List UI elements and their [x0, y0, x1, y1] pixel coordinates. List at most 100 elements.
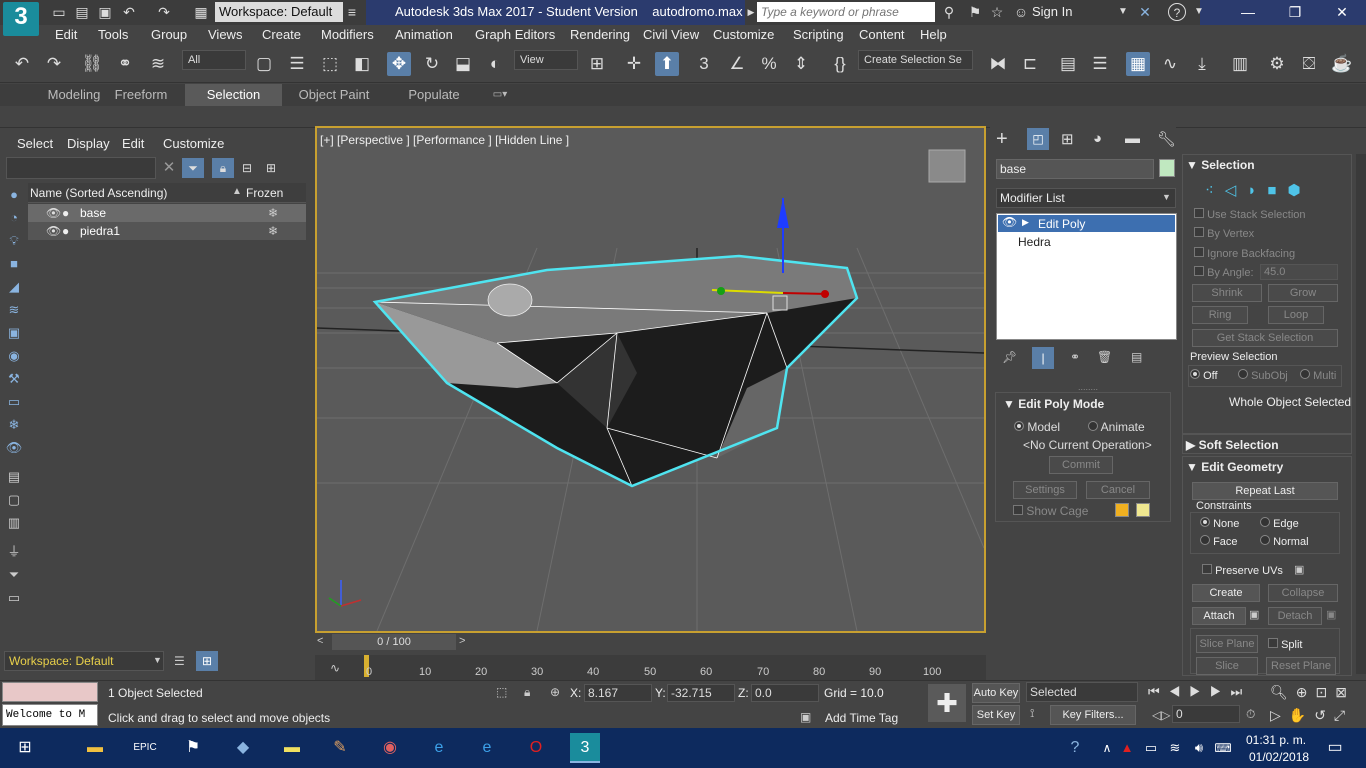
grow-button[interactable]: Grow: [1268, 284, 1338, 302]
object-color-swatch[interactable]: [1159, 159, 1175, 177]
geometry-filter-icon[interactable]: ●: [4, 186, 24, 204]
chevron-down-icon[interactable]: ▼: [1114, 3, 1132, 21]
notifications-icon[interactable]: ▭: [1320, 733, 1350, 763]
ring-button[interactable]: Ring: [1192, 306, 1248, 324]
preview-off-radio[interactable]: Off: [1190, 369, 1218, 382]
chevron-down-icon[interactable]: ▼: [1190, 3, 1208, 21]
menu-scripting[interactable]: Scripting: [793, 27, 844, 42]
settings-button[interactable]: Settings: [1013, 481, 1077, 499]
expand-icon[interactable]: ▶: [1022, 217, 1029, 228]
configure-sets-icon[interactable]: ▤: [1131, 350, 1142, 364]
auto-key-button[interactable]: Auto Key: [972, 683, 1020, 703]
command-panel-scrollbar[interactable]: [1356, 154, 1366, 674]
menu-tools[interactable]: Tools: [98, 27, 128, 42]
restore-button[interactable]: ❐: [1275, 2, 1315, 22]
subobject-level-icons[interactable]: ⁖◁◗■⬢: [1205, 181, 1312, 199]
menu-help[interactable]: Help: [920, 27, 947, 42]
menu-animation[interactable]: Animation: [395, 27, 453, 42]
scene-menu-edit[interactable]: Edit: [122, 136, 144, 151]
caret-right-icon[interactable]: ▶: [746, 3, 756, 21]
curve-editor-icon[interactable]: ∿: [1158, 52, 1182, 76]
angle-snap-icon[interactable]: ∠: [725, 52, 749, 76]
favorites-star-icon[interactable]: ☆: [988, 3, 1006, 21]
scale-icon[interactable]: ⬓: [451, 52, 475, 76]
containers-filter-icon[interactable]: ▭: [4, 393, 24, 411]
helpers-filter-icon[interactable]: ◢: [4, 278, 24, 296]
hierarchy-toggle-icon[interactable]: ⊞: [196, 651, 218, 671]
exchange-icon[interactable]: ✕: [1136, 3, 1154, 21]
detach-button[interactable]: Detach: [1268, 607, 1322, 625]
table-row[interactable]: [28, 204, 306, 222]
menu-civil-view[interactable]: Civil View: [643, 27, 699, 42]
clear-filter-icon[interactable]: ✕: [158, 158, 180, 178]
undo-icon[interactable]: ↶: [120, 3, 138, 21]
lock-icon[interactable]: 🔒︎: [212, 158, 234, 178]
cancel-button[interactable]: Cancel: [1086, 481, 1150, 499]
menu-edit[interactable]: Edit: [55, 27, 77, 42]
menu-create[interactable]: Create: [262, 27, 301, 42]
keyboard-shortcut-icon[interactable]: ✛: [622, 52, 646, 76]
ignore-backfacing-checkbox[interactable]: Ignore Backfacing: [1194, 247, 1295, 260]
keyboard-icon[interactable]: ⌨: [1208, 733, 1238, 763]
hierarchy-icon[interactable]: ⊟: [236, 158, 258, 178]
column-name[interactable]: Name (Sorted Ascending): [30, 186, 167, 200]
scene-menu-select[interactable]: Select: [17, 136, 53, 151]
filter-funnel-icon[interactable]: ⏷: [4, 566, 24, 584]
key-tangent-icon[interactable]: ⟟: [1030, 706, 1034, 721]
create-tab-icon[interactable]: +: [996, 128, 1008, 151]
clock-date[interactable]: 01/02/2018: [1249, 750, 1309, 764]
isolate-icon[interactable]: ⬚: [496, 685, 507, 699]
preserve-uvs-checkbox[interactable]: Preserve UVs: [1202, 564, 1283, 577]
rendered-frame-icon[interactable]: ⛋: [1297, 52, 1321, 76]
folder-icon[interactable]: ▭: [4, 589, 24, 607]
pin-stack-icon[interactable]: 📌︎: [1002, 350, 1017, 364]
remove-modifier-icon[interactable]: 🗑︎: [1097, 350, 1112, 364]
attach-list-icon[interactable]: ▣: [1249, 608, 1259, 621]
cage-color-swatch[interactable]: [1115, 503, 1129, 517]
save-icon[interactable]: ▣: [96, 3, 114, 21]
time-tag-icon[interactable]: ▣: [800, 710, 811, 724]
loop-button[interactable]: Loop: [1268, 306, 1324, 324]
unlink-icon[interactable]: ⚭: [113, 52, 137, 76]
app-logo[interactable]: 3: [3, 2, 39, 36]
open-file-icon[interactable]: ▤: [73, 3, 91, 21]
constraint-normal-radio[interactable]: Normal: [1260, 535, 1309, 548]
scene-menu-customize[interactable]: Customize: [163, 136, 224, 151]
selection-filter-dropdown[interactable]: All: [182, 50, 246, 70]
windows-start-icon[interactable]: ⊞: [10, 733, 40, 763]
display-tab-icon[interactable]: ▬: [1125, 130, 1140, 147]
modify-tab-icon[interactable]: ◰: [1027, 128, 1049, 150]
object-name-field[interactable]: base: [996, 159, 1154, 179]
column-frozen[interactable]: Frozen: [246, 186, 283, 200]
search-input[interactable]: [757, 2, 935, 22]
preview-multi-radio[interactable]: Multi: [1300, 369, 1336, 382]
soft-selection-title[interactable]: ▶ Soft Selection: [1186, 438, 1279, 452]
render-dot-icon[interactable]: ●: [62, 206, 69, 220]
undo-icon[interactable]: ↶: [10, 52, 34, 76]
display-none-icon[interactable]: ▢: [4, 491, 24, 509]
show-cage-checkbox[interactable]: Show Cage: [1013, 504, 1088, 518]
edit-geometry-title[interactable]: ▼ Edit Geometry: [1186, 460, 1283, 474]
paint-icon[interactable]: ✎: [325, 733, 355, 763]
edit-poly-mode-title[interactable]: ▼ Edit Poly Mode: [1003, 397, 1104, 411]
constraint-none-radio[interactable]: None: [1200, 517, 1239, 530]
help-icon[interactable]: ?: [1060, 733, 1090, 763]
rotate-icon[interactable]: ↻: [420, 52, 444, 76]
manipulate-icon[interactable]: ⬆: [655, 52, 679, 76]
menu-group[interactable]: Group: [151, 27, 187, 42]
clock-time[interactable]: 01:31 p. m.: [1246, 733, 1306, 747]
animate-radio[interactable]: Animate: [1088, 420, 1145, 434]
minimize-button[interactable]: —: [1228, 2, 1268, 22]
close-button[interactable]: ✕: [1322, 2, 1362, 22]
scene-menu-display[interactable]: Display: [67, 136, 110, 151]
viewport-nav-top[interactable]: 🔍︎⊕⊡⊠: [1270, 684, 1355, 701]
new-file-icon[interactable]: ▭: [50, 3, 68, 21]
select-move-icon[interactable]: ✥: [387, 52, 411, 76]
invert-display-icon[interactable]: ▥: [4, 514, 24, 532]
attach-button[interactable]: Attach: [1192, 607, 1246, 625]
spacewarps-filter-icon[interactable]: ≋: [4, 301, 24, 319]
help-icon[interactable]: ?: [1168, 3, 1186, 21]
by-vertex-checkbox[interactable]: By Vertex: [1194, 227, 1254, 240]
menu-graph-editors[interactable]: Graph Editors: [475, 27, 555, 42]
frozen-snowflake-icon[interactable]: ❄: [268, 224, 278, 238]
